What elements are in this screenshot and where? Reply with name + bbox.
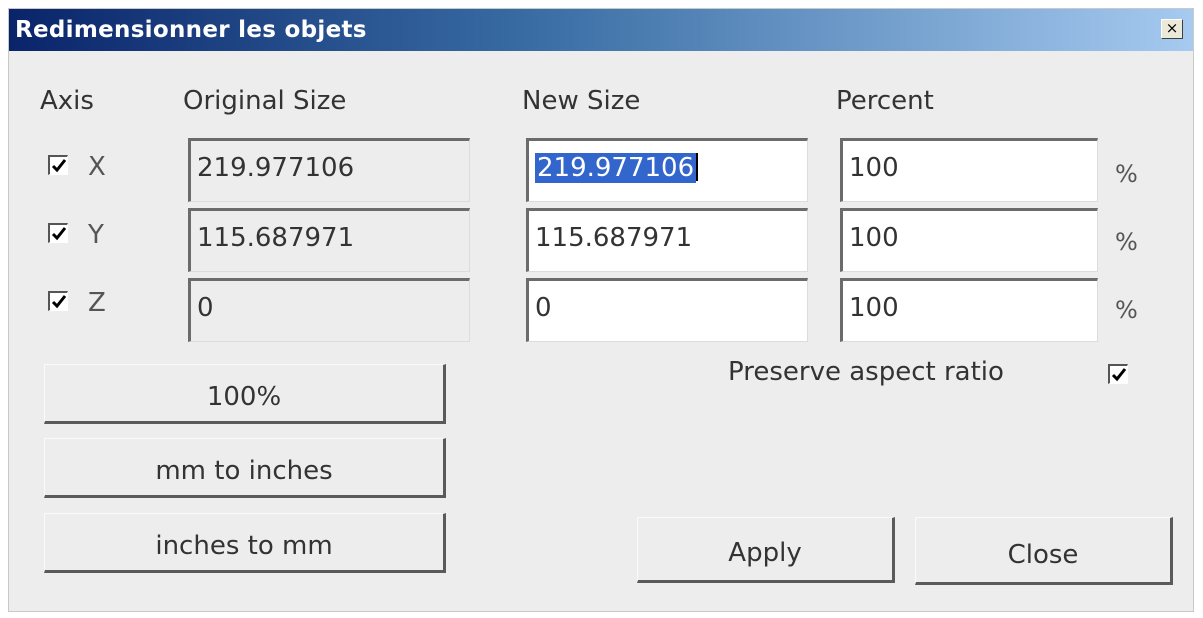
original-size-y-field: 115.687971 (188, 208, 470, 272)
close-icon[interactable]: × (1161, 19, 1183, 39)
new-size-y-input[interactable]: 115.687971 (526, 208, 808, 272)
axis-y-label: Y (88, 220, 104, 250)
percent-z-input[interactable]: 100 (840, 278, 1098, 342)
new-size-x-input[interactable]: 219.977106 (526, 138, 808, 202)
checkmark-icon (51, 295, 67, 309)
axis-x-checkbox[interactable] (48, 155, 68, 175)
checkmark-icon (51, 227, 67, 241)
percent-x-unit: % (1115, 160, 1138, 188)
original-size-z-field: 0 (188, 278, 470, 342)
new-size-x-selected-text: 219.977106 (535, 153, 697, 183)
mm-to-inches-button[interactable]: mm to inches (44, 438, 446, 498)
percent-y-input[interactable]: 100 (840, 208, 1098, 272)
checkmark-icon (51, 159, 67, 173)
original-size-x-field: 219.977106 (188, 138, 470, 202)
axis-z-label: Z (88, 288, 106, 318)
axis-x-label: X (88, 152, 106, 182)
preserve-aspect-checkbox[interactable] (1108, 364, 1128, 384)
new-size-header: New Size (522, 86, 641, 116)
percent-y-unit: % (1115, 228, 1138, 256)
apply-button[interactable]: Apply (637, 517, 895, 583)
inches-to-mm-button[interactable]: inches to mm (44, 513, 446, 573)
axis-y-checkbox[interactable] (48, 223, 68, 243)
preserve-aspect-label: Preserve aspect ratio (728, 357, 1004, 387)
close-button[interactable]: Close (915, 517, 1173, 585)
text-caret (696, 153, 699, 181)
window-title: Redimensionner les objets (15, 17, 367, 43)
axis-header: Axis (40, 86, 94, 116)
title-bar[interactable]: Redimensionner les objets × (9, 9, 1193, 51)
hundred-percent-button[interactable]: 100% (44, 364, 446, 424)
axis-z-checkbox[interactable] (48, 291, 68, 311)
original-size-header: Original Size (183, 86, 347, 116)
percent-header: Percent (836, 86, 934, 116)
percent-x-input[interactable]: 100 (840, 138, 1098, 202)
checkmark-icon (1111, 368, 1127, 382)
percent-z-unit: % (1115, 296, 1138, 324)
new-size-z-input[interactable]: 0 (526, 278, 808, 342)
